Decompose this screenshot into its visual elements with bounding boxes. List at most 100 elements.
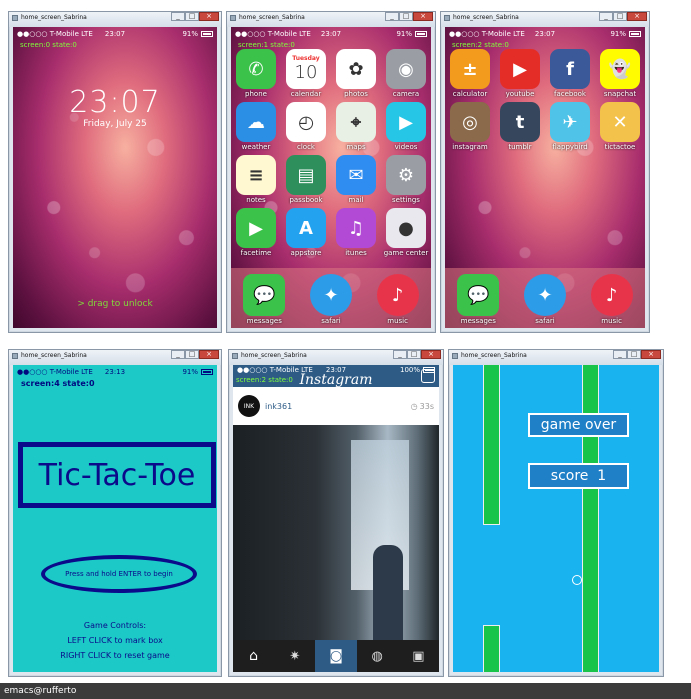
app-label: tictactoe [604,143,636,151]
unlock-slider[interactable]: > drag to unlock [13,299,217,309]
status-bar: ●●○○○ T-Mobile LTE 23:07 100% [233,365,439,375]
post-photo[interactable] [233,425,439,643]
minimize-button[interactable]: _ [171,350,185,359]
tab-profile[interactable]: ▣ [398,640,439,672]
debug-state: screen:2 state:0 [452,41,509,49]
app-mail[interactable]: ✉ mail [331,155,381,204]
app-flappybird[interactable]: ✈ flappybird [545,102,595,151]
window-controls[interactable]: _ □ × [599,12,647,23]
maximize-button[interactable]: □ [185,350,199,359]
maximize-button[interactable]: □ [399,12,413,21]
app-appstore[interactable]: Aappstore [281,208,331,257]
app-snapchat[interactable]: 👻 snapchat [595,49,645,98]
close-button[interactable]: × [199,350,219,359]
app-photos[interactable]: ✿ photos [331,49,381,98]
app-icon [444,15,450,21]
app-facetime[interactable]: ▶ facetime [231,208,281,257]
taskbar-terminal[interactable]: emacs@rufferto [0,683,691,699]
app-safari[interactable]: ✦ safari [523,274,566,325]
terminal-title: emacs@rufferto [4,686,77,696]
app-label: flappybird [552,143,588,151]
window-controls[interactable]: _ □ × [171,350,219,361]
app-passbook[interactable]: ▤ passbook [281,155,331,204]
maximize-button[interactable]: □ [185,12,199,21]
close-button[interactable]: × [641,350,661,359]
safari-icon: ✦ [309,274,352,316]
app-youtube[interactable]: ▶ youtube [495,49,545,98]
app-clock[interactable]: ◴ clock [281,102,331,151]
window-home-2[interactable]: home_screen_Sabrina _ □ × ●●○○○ T-Mobile L… [440,11,650,333]
debug-state: screen:4 state:0 [21,379,95,388]
mail-icon: ✉ [336,155,376,195]
youtube-icon: ▶ [500,49,540,89]
phone-screen: ●●○○○ T-Mobile LTE 23:07 100% screen:2 sta… [233,365,439,672]
close-button[interactable]: × [199,12,219,21]
window-instagram[interactable]: home_screen_Sabrina _ □ × ●●○○○ T-Mobile L… [228,349,444,677]
minimize-button[interactable]: _ [171,12,185,21]
photos-icon: ✿ [336,49,376,89]
game-over-text: game over [540,417,617,433]
window-tictactoe[interactable]: home_screen_Sabrina _ □ × ●●○○○ T-Mobile L… [8,349,222,677]
app-tumblr[interactable]: t tumblr [495,102,545,151]
minimize-button[interactable]: _ [385,12,399,21]
window-flappybird[interactable]: home_screen_Sabrina _ □ × game over score … [448,349,664,677]
minimize-button[interactable]: _ [599,12,613,21]
app-safari[interactable]: ✦ safari [309,274,352,325]
app-messages[interactable]: 💬 messages [243,274,286,325]
maximize-button[interactable]: □ [613,12,627,21]
minimize-button[interactable]: _ [613,350,627,359]
window-controls[interactable]: _ □ × [393,350,441,361]
close-button[interactable]: × [421,350,441,359]
app-weather[interactable]: ☁ weather [231,102,281,151]
battery-icon [415,31,427,37]
battery-icon [423,367,435,373]
window-controls[interactable]: _ □ × [171,12,219,23]
close-button[interactable]: × [627,12,647,21]
app-calendar[interactable]: Tuesday 10 calendar [281,49,331,98]
app-music[interactable]: ♪ music [590,274,633,325]
app-phone[interactable]: ✆ phone [231,49,281,98]
app-videos[interactable]: ▶ videos [381,102,431,151]
tab-camera[interactable]: ◙ [315,640,357,672]
instagram-header: ●●○○○ T-Mobile LTE 23:07 100% screen:2 sta… [233,365,439,388]
app-instagram[interactable]: ◎ instagram [445,102,495,151]
app-facebook[interactable]: f facebook [545,49,595,98]
app-icon [12,15,18,21]
minimize-button[interactable]: _ [393,350,407,359]
app-settings[interactable]: ⚙ settings [381,155,431,204]
app-camera[interactable]: ◉ camera [381,49,431,98]
start-button[interactable]: Press and hold ENTER to begin [41,555,197,593]
game-canvas[interactable]: game over score 1 [453,365,659,672]
phone-icon: ✆ [236,49,276,89]
app-messages[interactable]: 💬 messages [457,274,500,325]
score-banner: score 1 [528,463,629,489]
app-game-center[interactable]: ● game center [381,208,431,257]
app-tictactoe[interactable]: ✕ tictactoe [595,102,645,151]
app-maps[interactable]: ⌖ maps [331,102,381,151]
tab-explore[interactable]: ✷ [274,640,315,672]
activity-icon: ◍ [371,648,383,664]
avatar[interactable]: INK [238,395,260,417]
status-bar: ●●○○○ T-Mobile LTE 23:13 91% [13,365,217,379]
app-notes[interactable]: ≡ notes [231,155,281,204]
tab-bar: ⌂ ✷ ◙ ◍ ▣ [233,640,439,672]
window-home-1[interactable]: home_screen_Sabrina _ □ × ●●○○○ T-Mobile L… [226,11,436,333]
window-lock-screen[interactable]: home_screen_Sabrina _ □ × ●●○○○ T-Mobile L… [8,11,222,333]
status-time: 23:07 [104,30,126,38]
post-age: 33s [419,401,434,411]
person-figure [373,545,403,643]
window-controls[interactable]: _ □ × [613,350,661,361]
username-link[interactable]: ink361 [265,402,292,411]
maximize-button[interactable]: □ [407,350,421,359]
maximize-button[interactable]: □ [627,350,641,359]
tab-home[interactable]: ⌂ [233,640,274,672]
app-calculator[interactable]: ± calculator [445,49,495,98]
app-itunes[interactable]: ♫ itunes [331,208,381,257]
close-button[interactable]: × [413,12,433,21]
window-controls[interactable]: _ □ × [385,12,433,23]
app-label: instagram [452,143,488,151]
tab-activity[interactable]: ◍ [357,640,398,672]
calculator-icon: ± [450,49,490,89]
messages-icon: 💬 [243,274,286,316]
app-music[interactable]: ♪ music [376,274,419,325]
